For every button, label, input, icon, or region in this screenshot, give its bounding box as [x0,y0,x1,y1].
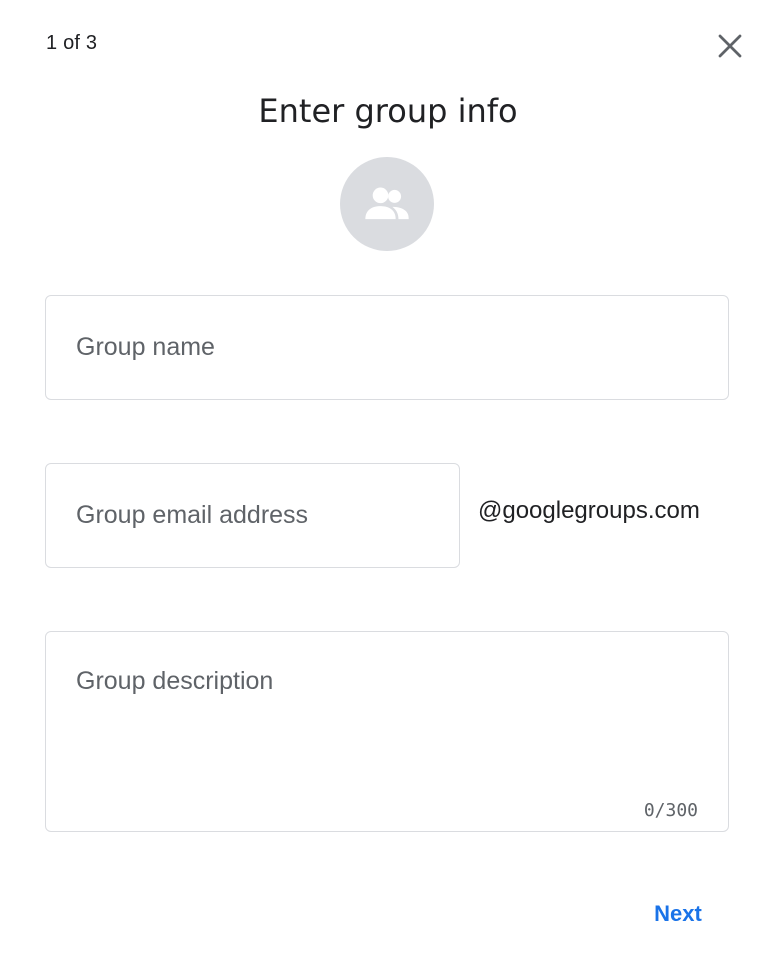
step-indicator: 1 of 3 [46,32,98,54]
group-description-field: 0/300 [45,631,729,832]
close-button[interactable] [706,22,754,70]
character-counter: 0/300 [643,800,698,821]
email-domain-suffix: @googlegroups.com [478,497,700,524]
group-avatar[interactable] [340,157,434,251]
group-name-field [45,295,729,400]
group-icon [365,187,409,220]
dialog-title: Enter group info [258,92,518,130]
close-icon [718,34,742,58]
next-button[interactable]: Next [636,892,720,936]
group-description-input[interactable] [46,632,728,772]
create-group-dialog: 1 of 3 Enter group info @googlegroups.co… [0,0,768,973]
group-name-input[interactable] [46,296,728,399]
group-email-field [45,463,460,568]
group-email-input[interactable] [46,464,459,567]
